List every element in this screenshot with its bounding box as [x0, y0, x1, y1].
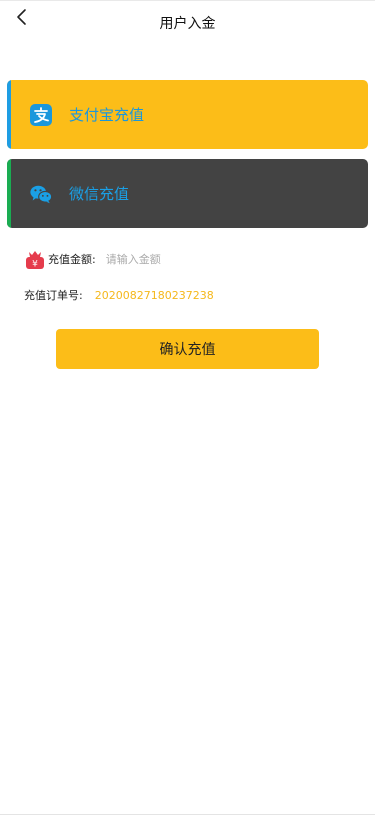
page: 用户入金 支付宝充值 微信充值 ¥ 充值金额: 请输入金额 充值订单号: 202…	[0, 0, 375, 815]
order-label: 充值订单号:	[24, 289, 83, 302]
amount-input[interactable]	[105, 252, 266, 266]
wechat-option[interactable]: 微信充值	[7, 159, 368, 228]
alipay-icon	[29, 103, 53, 127]
wechat-label: 微信充值	[69, 185, 130, 203]
alipay-label: 支付宝充值	[69, 106, 145, 124]
amount-row: ¥ 充值金额:	[24, 248, 266, 270]
money-bag-icon: ¥	[24, 248, 46, 270]
svg-text:¥: ¥	[32, 260, 38, 270]
alipay-option[interactable]: 支付宝充值	[7, 80, 368, 149]
order-number: 20200827180237238	[94, 288, 214, 302]
confirm-recharge-button[interactable]: 确认充值	[56, 329, 319, 369]
wechat-icon	[29, 182, 53, 206]
order-row: 充值订单号: 20200827180237238	[24, 287, 214, 303]
header: 用户入金	[0, 1, 375, 45]
alipay-accent-edge	[7, 80, 11, 149]
amount-label: 充值金额:	[48, 253, 96, 266]
page-title: 用户入金	[159, 16, 216, 32]
wechat-accent-edge	[7, 159, 11, 228]
